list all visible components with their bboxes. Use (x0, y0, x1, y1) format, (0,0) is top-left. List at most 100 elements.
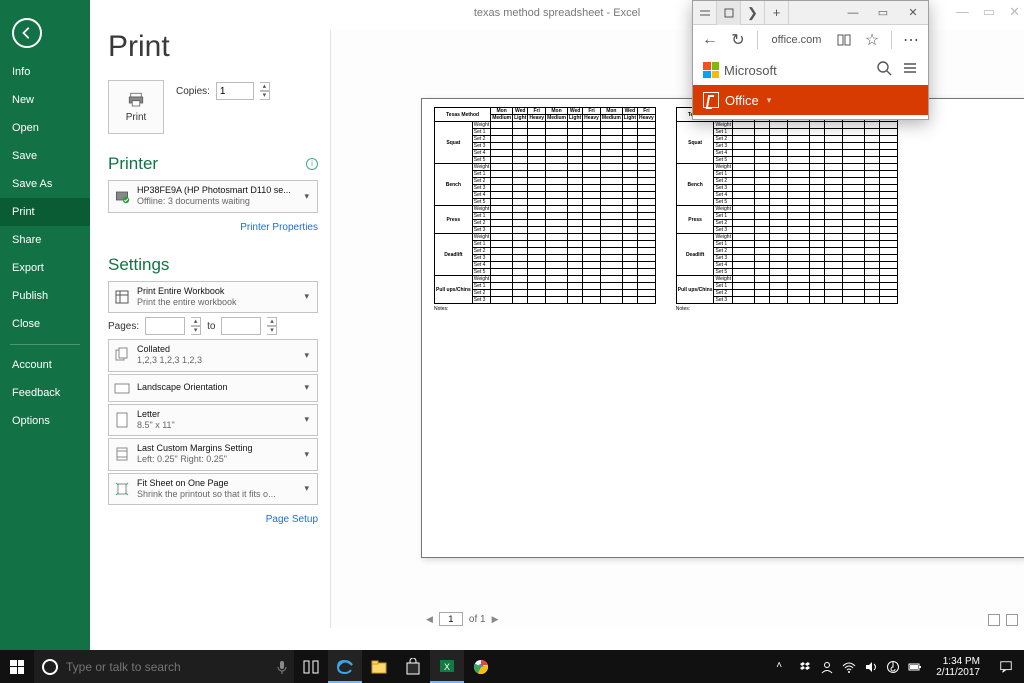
preview-page-nav: ◀ of 1 ▶ (426, 612, 499, 626)
taskbar-chrome[interactable] (464, 650, 498, 683)
chevron-down-icon: ▾ (300, 449, 313, 460)
preview-page-1: Texas MethodMonWedFriMonWedFriMonWedFriM… (421, 98, 1024, 558)
print-panel: Print Print Copies: ▴▾ Printer i HP38FE9… (108, 30, 318, 527)
chevron-down-icon: ▾ (767, 95, 772, 106)
current-tab[interactable] (717, 1, 741, 25)
sidebar-item-account[interactable]: Account (0, 351, 90, 379)
page-setup-link[interactable]: Page Setup (266, 514, 318, 525)
action-center-button[interactable] (994, 650, 1018, 683)
maximize-button[interactable]: ▭ (868, 1, 898, 25)
more-icon[interactable]: ⋯ (902, 31, 920, 49)
sidebar-item-feedback[interactable]: Feedback (0, 379, 90, 407)
sidebar-item-info[interactable]: Info (0, 58, 90, 86)
page-of-label: of 1 (469, 614, 486, 625)
zoom-to-page-button[interactable] (988, 614, 1000, 626)
sidebar-item-export[interactable]: Export (0, 254, 90, 282)
sidebar-item-new[interactable]: New (0, 86, 90, 114)
prev-page-button[interactable]: ◀ (426, 614, 433, 625)
next-page-button[interactable]: ▶ (492, 614, 499, 625)
search-icon[interactable] (876, 60, 892, 81)
setting-letter[interactable]: Letter8.5" x 11"▾ (108, 404, 318, 437)
setting-print-entire-workbook[interactable]: Print Entire WorkbookPrint the entire wo… (108, 281, 318, 314)
copies-spinner[interactable]: ▴▾ (260, 82, 270, 100)
chevron-down-icon: ▾ (300, 414, 313, 425)
taskbar-store[interactable] (396, 650, 430, 683)
backstage-sidebar: InfoNewOpenSaveSave AsPrintShareExportPu… (0, 0, 90, 650)
edge-browser-window: ❯ + — ▭ ✕ ← ↻ office.com ☆ ⋯ Microsoft O… (692, 0, 929, 120)
settings-heading: Settings (108, 255, 169, 275)
sidebar-item-print[interactable]: Print (0, 198, 90, 226)
tray-dropbox-icon[interactable] (798, 660, 812, 674)
start-button[interactable] (0, 650, 34, 683)
tray-volume-icon[interactable] (864, 660, 878, 674)
sidebar-item-share[interactable]: Share (0, 226, 90, 254)
taskbar-clock[interactable]: 1:34 PM 2/11/2017 (930, 656, 986, 678)
url-text[interactable]: office.com (768, 34, 825, 46)
page-number-input[interactable] (439, 612, 463, 626)
office-banner[interactable]: Office ▾ (693, 85, 928, 115)
task-view-button[interactable] (294, 650, 328, 683)
sidebar-item-save[interactable]: Save (0, 142, 90, 170)
pages-from-input[interactable] (145, 317, 185, 335)
printer-status: Offline: 3 documents waiting (137, 196, 294, 207)
tray-people-icon[interactable] (820, 660, 834, 674)
chevron-down-icon: ▾ (300, 382, 313, 393)
microsoft-logo-icon (703, 62, 719, 78)
chevron-down-icon: ▾ (300, 291, 313, 302)
favorite-icon[interactable]: ☆ (863, 31, 881, 49)
minimize-button[interactable]: — (838, 1, 868, 25)
sidebar-separator (10, 344, 80, 345)
forward-tab-button[interactable]: ❯ (741, 1, 765, 25)
setting-icon (113, 346, 131, 364)
printer-name: HP38FE9A (HP Photosmart D110 se... (137, 185, 294, 196)
tab-preview-button[interactable] (693, 1, 717, 25)
refresh-icon[interactable]: ↻ (729, 31, 747, 49)
pages-to-input[interactable] (221, 317, 261, 335)
printer-status-icon (113, 187, 131, 205)
mic-icon[interactable] (270, 660, 294, 674)
sidebar-item-close[interactable]: Close (0, 310, 90, 338)
setting-collated[interactable]: Collated1,2,3 1,2,3 1,2,3▾ (108, 339, 318, 372)
tray-wifi-icon[interactable] (842, 660, 856, 674)
chevron-down-icon: ▾ (300, 350, 313, 361)
taskbar-explorer[interactable] (362, 650, 396, 683)
setting-icon (113, 411, 131, 429)
copies-label: Copies: (176, 86, 210, 97)
sidebar-item-open[interactable]: Open (0, 114, 90, 142)
printer-properties-link[interactable]: Printer Properties (240, 222, 318, 233)
back-icon[interactable]: ← (701, 31, 719, 49)
show-margins-button[interactable] (1006, 614, 1018, 626)
taskbar: X ˄ 1:34 PM 2/11/2017 (0, 650, 1024, 683)
print-button-label: Print (126, 112, 147, 123)
setting-last-custom-margins-setting[interactable]: Last Custom Margins SettingLeft: 0.25" R… (108, 438, 318, 471)
setting-landscape-orientation[interactable]: Landscape Orientation▾ (108, 374, 318, 402)
setting-fit-sheet-on-one-page[interactable]: Fit Sheet on One PageShrink the printout… (108, 473, 318, 506)
sidebar-item-options[interactable]: Options (0, 407, 90, 435)
excel-window-controls: —▭✕ (956, 4, 1020, 20)
hamburger-icon[interactable] (902, 60, 918, 81)
taskbar-excel[interactable]: X (430, 650, 464, 683)
sidebar-item-save-as[interactable]: Save As (0, 170, 90, 198)
sidebar-item-publish[interactable]: Publish (0, 282, 90, 310)
microsoft-label: Microsoft (724, 63, 777, 78)
printer-selector[interactable]: HP38FE9A (HP Photosmart D110 se... Offli… (108, 180, 318, 213)
new-tab-button[interactable]: + (765, 1, 789, 25)
cortana-icon (42, 659, 58, 675)
close-button[interactable]: ✕ (898, 1, 928, 25)
printer-info-icon[interactable]: i (306, 158, 318, 170)
taskbar-edge[interactable] (328, 650, 362, 683)
cortana-search[interactable] (34, 650, 294, 683)
tray-chevron-icon[interactable]: ˄ (776, 660, 790, 674)
back-button[interactable] (12, 18, 42, 48)
tray-battery-icon[interactable] (908, 660, 922, 674)
search-input[interactable] (66, 660, 262, 674)
setting-icon (113, 445, 131, 463)
svg-text:X: X (444, 662, 450, 672)
reading-view-icon[interactable] (835, 31, 853, 49)
print-button[interactable]: Print (108, 80, 164, 134)
chevron-down-icon: ▾ (300, 191, 313, 202)
pages-to-label: to (207, 321, 215, 332)
copies-input[interactable] (216, 82, 254, 100)
tray-beats-icon[interactable] (886, 660, 900, 674)
chevron-down-icon: ▾ (300, 483, 313, 494)
